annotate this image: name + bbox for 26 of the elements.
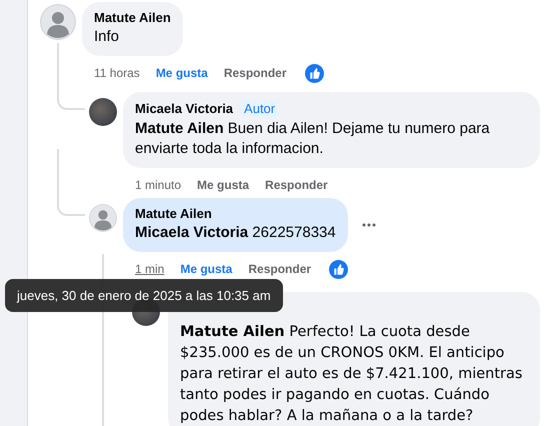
author-name[interactable]: Matute Ailen [94, 10, 171, 25]
like-link[interactable]: Me gusta [180, 262, 232, 276]
more-options-icon[interactable] [362, 223, 376, 227]
reply-link[interactable]: Responder [224, 66, 287, 80]
thumbs-up-icon [304, 64, 324, 82]
comment-text: Matute Ailen Perfecto! La cuota desde $235.000 es de un CRONOS 0KM. El anticipo para retirar el auto es de $7.421.100, mientras tanto podes ir pagando en cuotas. Cuándo podes hablar? A la mañana o a la tarde? [180, 323, 524, 426]
avatar-silhouette-icon[interactable] [40, 4, 76, 40]
reply-link[interactable]: Responder [265, 178, 328, 192]
comment-text: Matute Ailen Buen dia Ailen! Dejame tu numero para enviarte toda la informacion. [135, 119, 491, 159]
photo-placeholder[interactable] [89, 98, 117, 126]
author-name[interactable]: Micaela Victoria [135, 101, 234, 116]
like-link[interactable]: Me gusta [156, 66, 208, 80]
date-tooltip: jueves, 30 de enero de 2025 a las 10:35 am [5, 279, 283, 312]
timestamp-link[interactable]: 1 min [135, 262, 164, 276]
author-badge: Autor [239, 100, 280, 117]
comment-text: Info [94, 27, 120, 47]
thumbs-up-icon [329, 260, 348, 278]
timestamp-link[interactable]: 1 minuto [135, 178, 182, 192]
like-link[interactable]: Me gusta [197, 178, 250, 192]
comment-text: Micaela Victoria 2622578334 [135, 223, 336, 243]
reply-link[interactable]: Responder [248, 262, 312, 276]
avatar-silhouette-icon[interactable] [89, 204, 117, 232]
author-name[interactable]: Matute Ailen [135, 206, 212, 221]
timestamp-link[interactable]: 11 horas [94, 66, 140, 80]
thread-line [57, 43, 85, 110]
thread-line [57, 149, 85, 216]
